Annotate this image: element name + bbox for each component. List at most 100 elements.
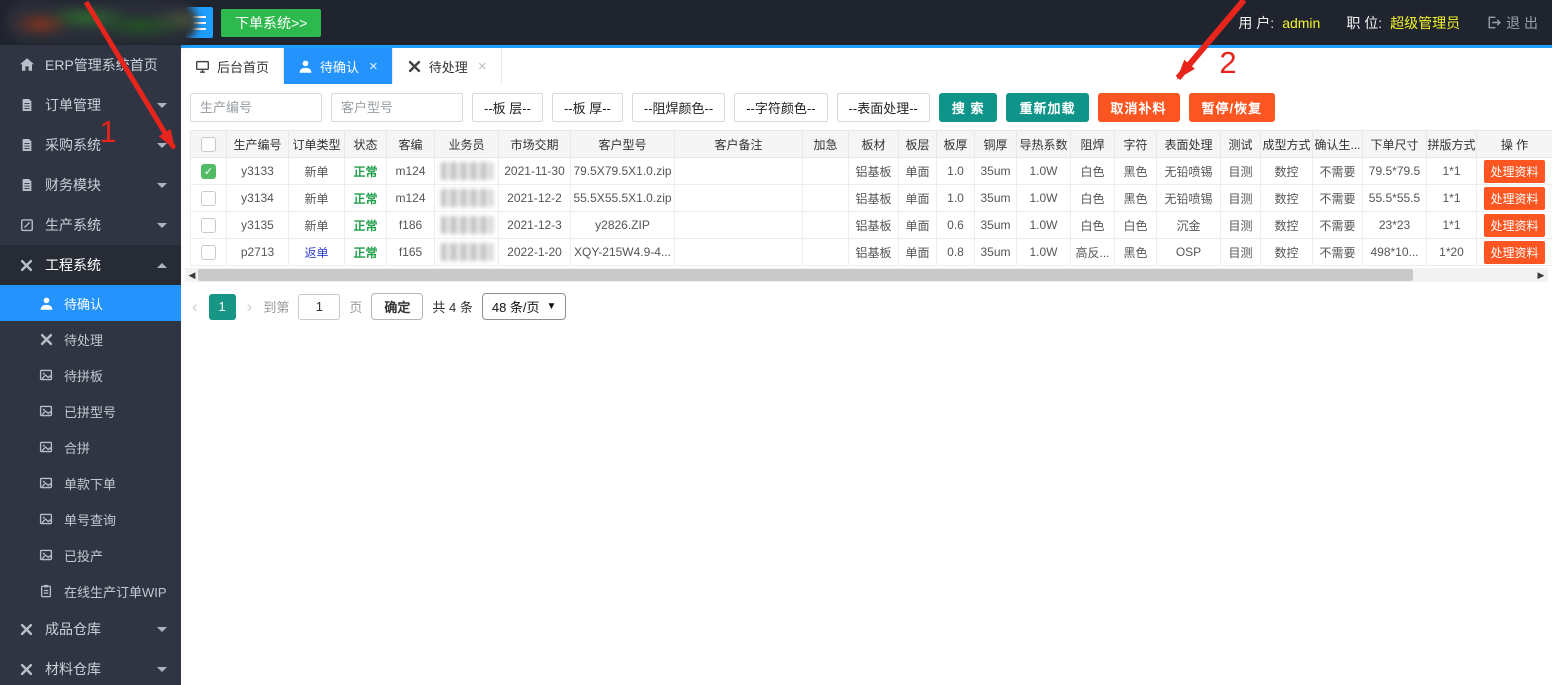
cell-客户型号: 79.5X79.5X1.0.zip [570,157,675,185]
order-system-button[interactable]: 下单系统>> [221,9,322,37]
row-checkbox[interactable] [201,190,216,206]
sidebar-item-待拼板[interactable]: 待拼板 [0,357,181,393]
column-header-板厚: 板厚 [936,130,975,158]
sidebar-item-单号查询[interactable]: 单号查询 [0,501,181,537]
sidebar-item-订单管理[interactable]: 订单管理 [0,85,181,125]
cell-测试: 目测 [1220,184,1261,212]
cell-text: f165 [398,245,423,259]
row-checkbox[interactable] [201,217,216,233]
process-data-button[interactable]: 处理资料 [1484,213,1545,237]
logout-button[interactable]: 退 出 [1486,13,1538,33]
cell-字符: 黑色 [1114,184,1157,212]
scroll-left-arrow-icon[interactable]: ◀ [185,268,199,282]
filter-dropdown-阻焊颜色[interactable]: --阻焊颜色-- [631,93,726,122]
sidebar-item-合拼[interactable]: 合拼 [0,429,181,465]
sidebar-item-财务模块[interactable]: 财务模块 [0,165,181,205]
sidebar-item-材料仓库[interactable]: 材料仓库 [0,649,181,685]
toolbar-button-取消补料[interactable]: 取消补料 [1097,93,1180,122]
cell-铜厚: 35um [974,184,1017,212]
edit-icon [18,217,35,234]
column-header-客编: 客编 [386,130,435,158]
column-header-测试: 测试 [1220,130,1261,158]
toolbar-button-重新加载[interactable]: 重新加载 [1006,93,1089,122]
sidebar-item-采购系统[interactable]: 采购系统 [0,125,181,165]
file-icon [18,97,35,114]
process-data-button[interactable]: 处理资料 [1484,159,1545,183]
customer-model-input[interactable] [331,93,463,122]
cell-text: m124 [395,164,426,178]
sidebar-item-待确认[interactable]: 待确认 [0,285,181,321]
cell-表面处理: OSP [1156,238,1221,266]
cell-text: 新单 [304,164,329,179]
filter-dropdown-板 层[interactable]: --板 层-- [472,93,543,122]
filter-dropdown-表面处理[interactable]: --表面处理-- [836,93,930,122]
page-size-select[interactable]: 48 条/页 ▼ [481,293,567,320]
process-data-button[interactable]: 处理资料 [1484,186,1545,210]
horizontal-scrollbar[interactable]: ◀ ▶ [185,268,1548,282]
toolbar-button-搜 索[interactable]: 搜 索 [938,93,998,122]
cell-业务员 [434,184,499,212]
cell-下单尺寸: 23*23 [1362,211,1427,239]
column-header-客户备注: 客户备注 [674,130,803,158]
sidebar-item-工程系统[interactable]: 工程系统 [0,245,181,285]
page-number-input[interactable] [298,293,341,320]
sidebar-item-成品仓库[interactable]: 成品仓库 [0,609,181,649]
cell-成型方式: 数控 [1260,211,1313,239]
current-page-button[interactable]: 1 [208,293,236,320]
sidebar-item-已投产[interactable]: 已投产 [0,537,181,573]
filter-dropdown-板 厚[interactable]: --板 厚-- [551,93,623,122]
sidebar-item-ERP管理系统首页[interactable]: ERP管理系统首页 [0,45,181,85]
sidebar-item-已拼型号[interactable]: 已拼型号 [0,393,181,429]
tab-待处理[interactable]: 待处理 × [393,48,502,84]
row-checkbox[interactable] [201,244,216,260]
cell-text: 不需要 [1319,245,1356,260]
scroll-right-arrow-icon[interactable]: ▶ [1534,268,1548,282]
scrollbar-thumb[interactable] [198,269,1413,281]
cell-板厚: 1.0 [936,157,975,185]
cell-客编: m124 [386,184,435,212]
cell-text: 2021-12-2 [507,191,562,205]
cell-板材: 铝基板 [848,238,899,266]
process-data-button[interactable]: 处理资料 [1484,240,1545,264]
select-all-checkbox[interactable] [201,136,216,152]
cell-text: 无铅喷锡 [1164,164,1213,179]
cell-表面处理: 沉金 [1156,211,1221,239]
sidebar-item-label: 成品仓库 [45,621,101,637]
file-icon [18,137,35,154]
cell-拼版方式: 1*1 [1426,157,1477,185]
cell-铜厚: 35um [974,211,1017,239]
cell-业务员 [434,211,499,239]
tab-后台首页[interactable]: 后台首页 [181,48,285,84]
cell-text: 1*1 [1442,218,1461,232]
toolbar-button-暂停/恢复[interactable]: 暂停/恢复 [1188,93,1276,122]
cell-阻焊: 白色 [1070,211,1115,239]
goto-confirm-button[interactable]: 确定 [371,293,424,320]
production-number-input[interactable] [190,93,322,122]
close-icon[interactable]: × [369,58,378,75]
tab-待确认[interactable]: 待确认 × [284,48,393,84]
wrench-icon [38,331,54,347]
cell-text: 不需要 [1319,218,1356,233]
sidebar-item-生产系统[interactable]: 生产系统 [0,205,181,245]
cell-客户型号: 55.5X55.5X1.0.zip [570,184,675,212]
filter-dropdown-字符颜色[interactable]: --字符颜色-- [734,93,828,122]
sidebar-item-label: 待处理 [64,332,104,348]
next-page-icon[interactable]: › [245,298,255,315]
cell-表面处理: 无铅喷锡 [1156,157,1221,185]
sidebar-item-待处理[interactable]: 待处理 [0,321,181,357]
sidebar-item-单款下单[interactable]: 单款下单 [0,465,181,501]
column-header-加急: 加急 [802,130,849,158]
user-value: admin [1282,14,1321,31]
prev-page-icon[interactable]: ‹ [190,298,200,315]
cell-成型方式: 数控 [1260,157,1313,185]
close-icon[interactable]: × [478,58,487,75]
column-header-阻焊: 阻焊 [1070,130,1115,158]
cell-加急 [802,184,849,212]
row-checkbox[interactable]: ✓ [201,163,216,179]
cell-客编: m124 [386,157,435,185]
cell-板层: 单面 [898,211,937,239]
cell-text: 2021-12-3 [507,218,562,232]
sidebar-item-在线生产订单WIP[interactable]: 在线生产订单WIP [0,573,181,609]
row-select-cell [190,211,227,239]
cell-text: 正常 [353,245,378,260]
